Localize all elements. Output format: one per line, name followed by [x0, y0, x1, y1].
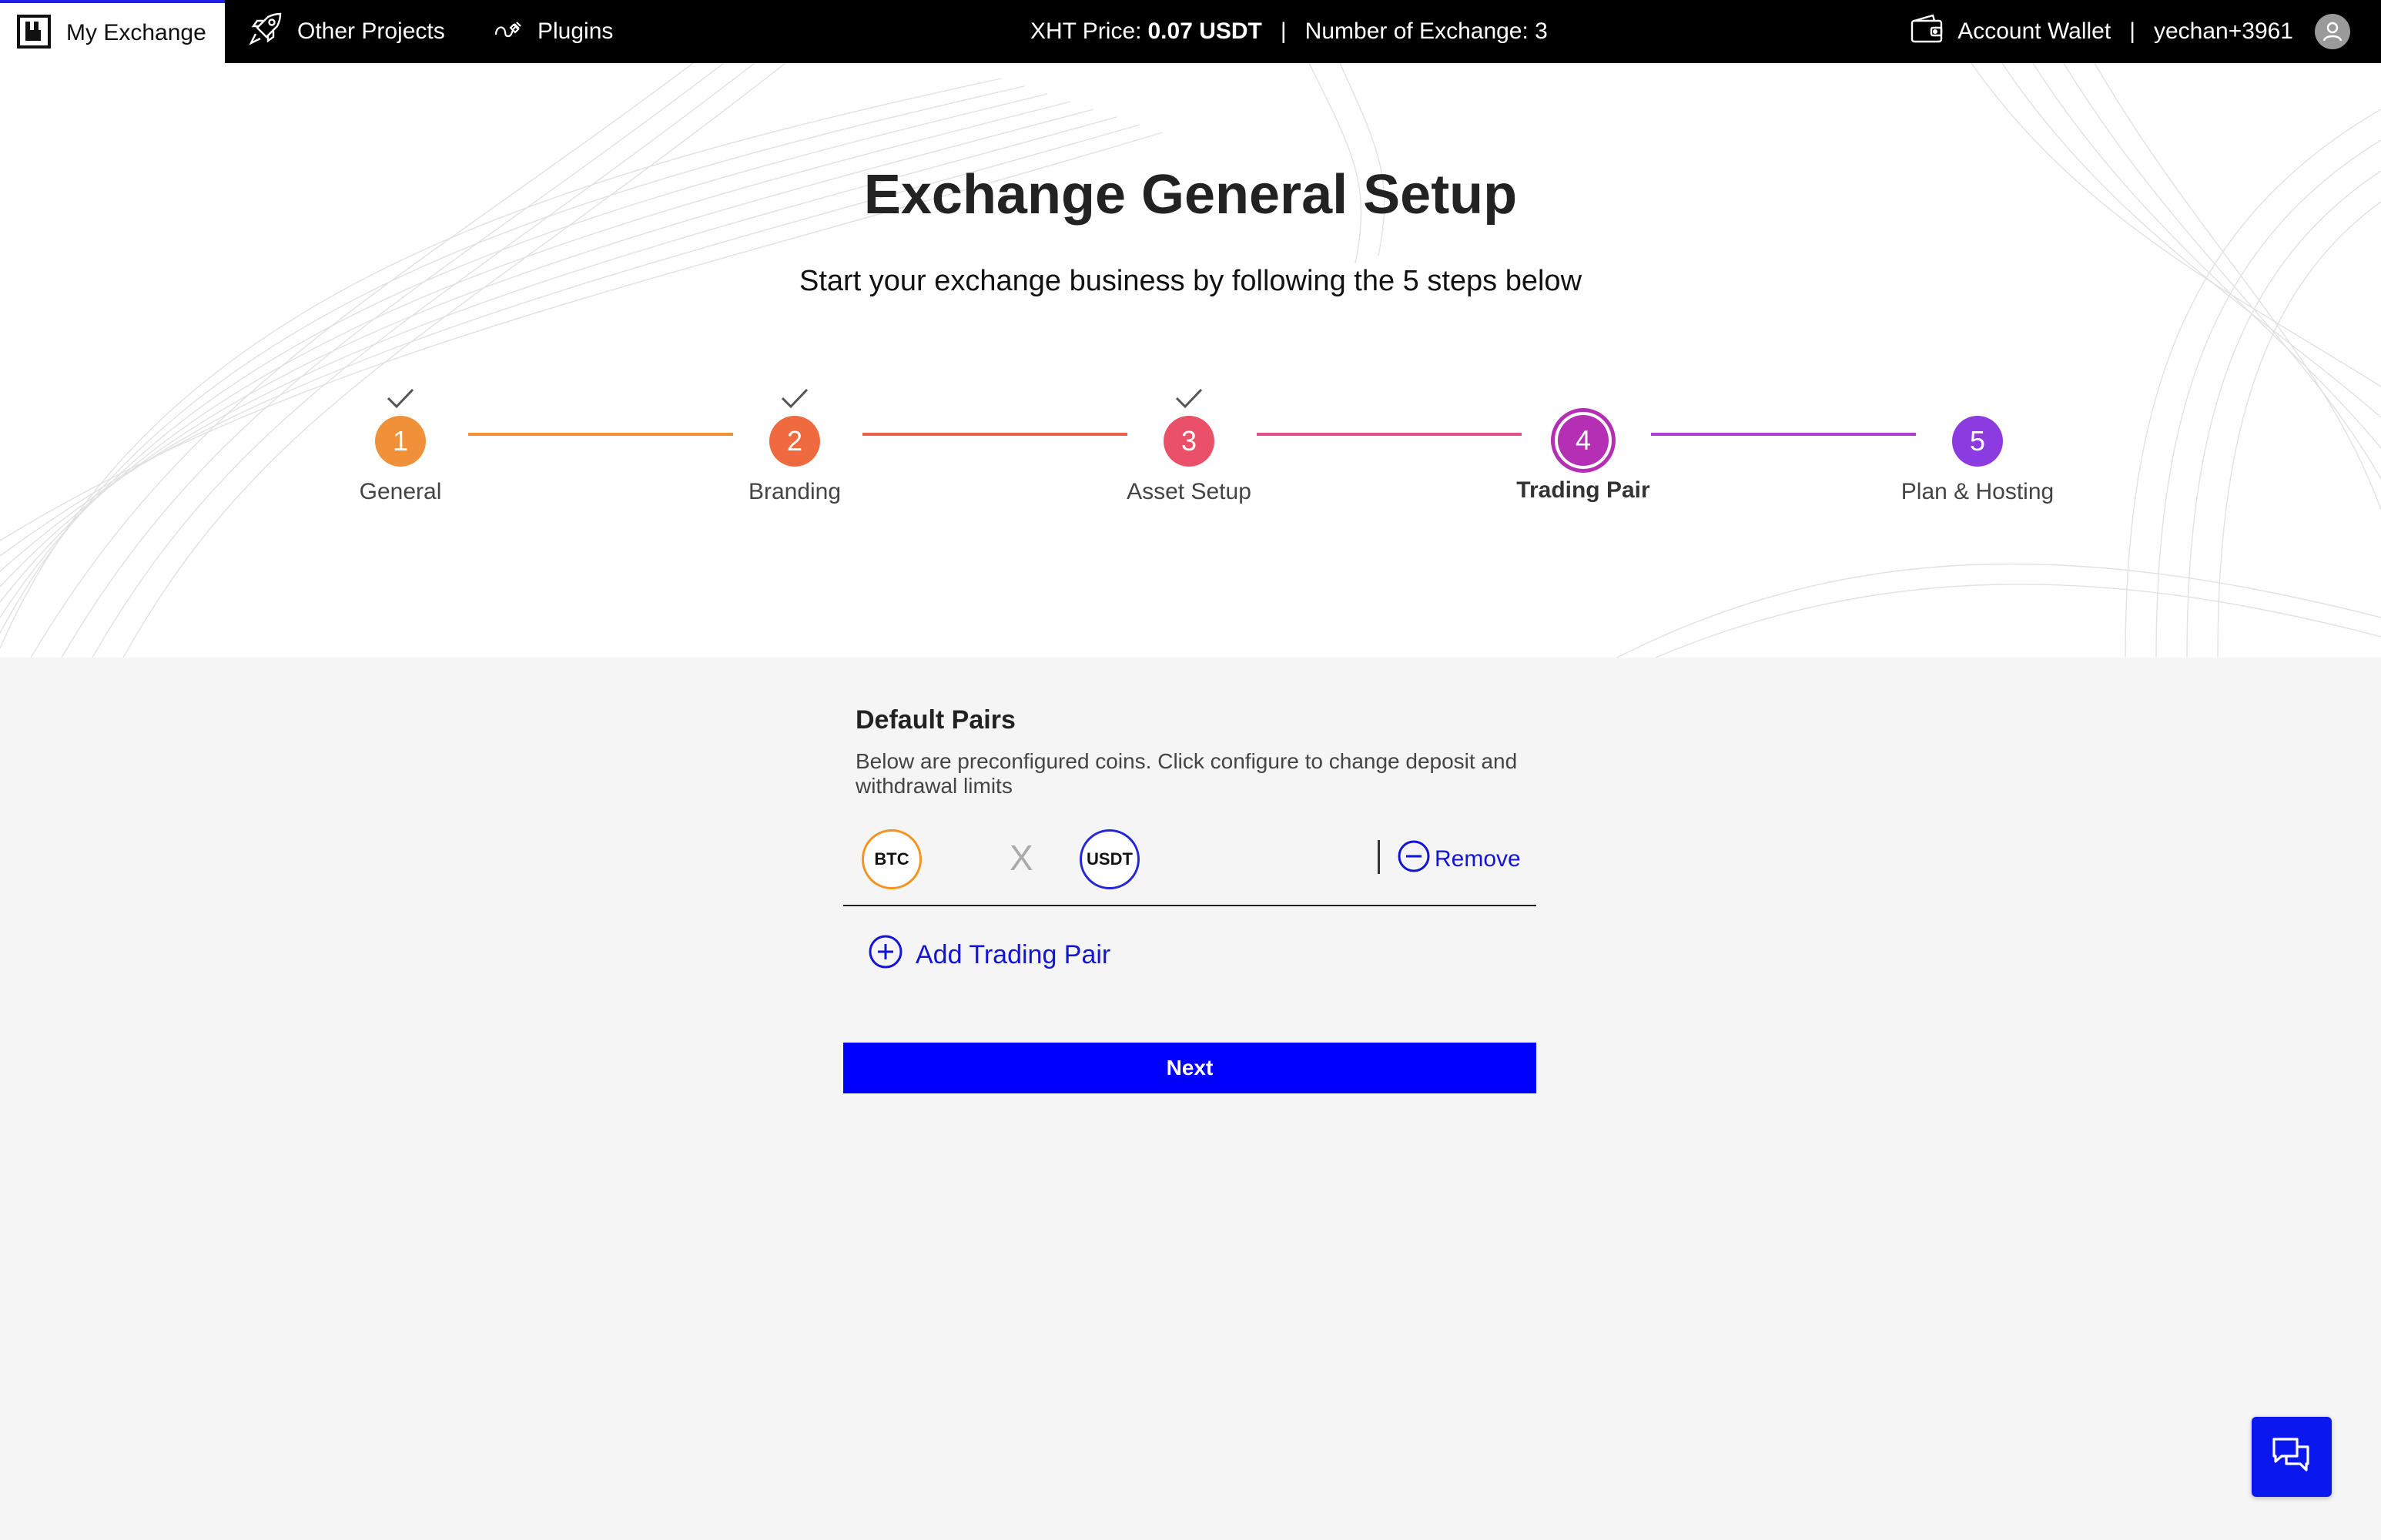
step-circle-active: 4	[1551, 408, 1616, 473]
divider	[1378, 840, 1380, 874]
chat-icon	[2271, 1435, 2312, 1480]
add-trading-pair-button[interactable]: Add Trading Pair	[868, 934, 1536, 976]
logo-icon	[17, 14, 51, 52]
price-value: 0.07 USDT	[1147, 18, 1262, 44]
step-branding[interactable]: 2 Branding	[679, 379, 910, 505]
account-wallet-label: Account Wallet	[1957, 18, 2111, 44]
step-trading-pair[interactable]: 4 Trading Pair	[1468, 379, 1699, 504]
tab-other-projects[interactable]: Other Projects	[248, 0, 445, 63]
check-icon	[285, 379, 516, 410]
remove-label: Remove	[1435, 846, 1521, 872]
username[interactable]: yechan+3961	[2154, 18, 2293, 45]
step-general[interactable]: 1 General	[285, 379, 516, 505]
check-icon	[1073, 379, 1304, 410]
remove-pair-button[interactable]: Remove	[1396, 839, 1521, 880]
usdt-coin-icon: USDT	[1080, 829, 1140, 889]
step-number: 1	[375, 416, 426, 467]
step-label: Plan & Hosting	[1900, 479, 2054, 504]
price-label: XHT Price:	[1030, 18, 1142, 44]
step-label: Asset Setup	[1127, 479, 1251, 504]
step-label: Trading Pair	[1516, 477, 1650, 503]
chat-support-button[interactable]	[2252, 1417, 2332, 1497]
btc-coin-icon: BTC	[862, 829, 922, 889]
separator: |	[1280, 18, 1287, 44]
page-subtitle: Start your exchange business by followin…	[799, 265, 1582, 297]
page-title: Exchange General Setup	[863, 164, 1518, 226]
step-label: General	[359, 479, 442, 504]
user-nav: Account Wallet | yechan+3961	[1910, 0, 2350, 63]
tab-my-exchange-label: My Exchange	[66, 20, 206, 45]
section-title: Default Pairs	[856, 705, 1016, 735]
wallet-icon	[1910, 13, 1944, 50]
default-pairs-section: Default Pairs Below are preconfigured co…	[843, 705, 1536, 1093]
step-number: 4	[1558, 415, 1609, 466]
tab-plugins[interactable]: Plugins	[493, 0, 613, 63]
plug-icon	[493, 13, 524, 50]
separator: |	[2129, 18, 2135, 44]
next-button[interactable]: Next	[843, 1043, 1536, 1093]
rocket-icon	[248, 11, 283, 52]
step-label: Branding	[748, 479, 842, 504]
check-icon	[679, 379, 910, 410]
step-asset-setup[interactable]: 3 Asset Setup	[1073, 379, 1304, 505]
top-navigation-bar: My Exchange Other Projects Plugins XHT P…	[0, 0, 2381, 63]
tab-my-exchange[interactable]: My Exchange	[0, 0, 225, 63]
user-avatar-icon[interactable]	[2315, 14, 2350, 49]
tab-other-projects-label: Other Projects	[297, 18, 445, 44]
tab-plugins-label: Plugins	[537, 18, 614, 44]
step-number: 3	[1164, 416, 1214, 467]
account-wallet-link[interactable]: Account Wallet	[1910, 13, 2111, 50]
decorative-wave-background	[0, 63, 2381, 658]
section-description: Below are preconfigured coins. Click con…	[856, 749, 1518, 798]
step-plan-hosting[interactable]: 5 Plan & Hosting	[1862, 379, 2093, 505]
step-number: 2	[769, 416, 820, 467]
minus-circle-icon	[1396, 839, 1432, 880]
market-info: XHT Price: 0.07 USDT | Number of Exchang…	[1030, 0, 1548, 63]
step-number: 5	[1952, 416, 2003, 467]
exchange-count: Number of Exchange: 3	[1304, 18, 1548, 44]
add-trading-pair-label: Add Trading Pair	[916, 940, 1111, 969]
hero-section: Exchange General Setup Start your exchan…	[0, 63, 2381, 658]
trading-pair-row: BTC X USDT Remove	[843, 814, 1536, 906]
plus-circle-icon	[868, 934, 903, 976]
pair-separator: X	[1010, 838, 1033, 878]
